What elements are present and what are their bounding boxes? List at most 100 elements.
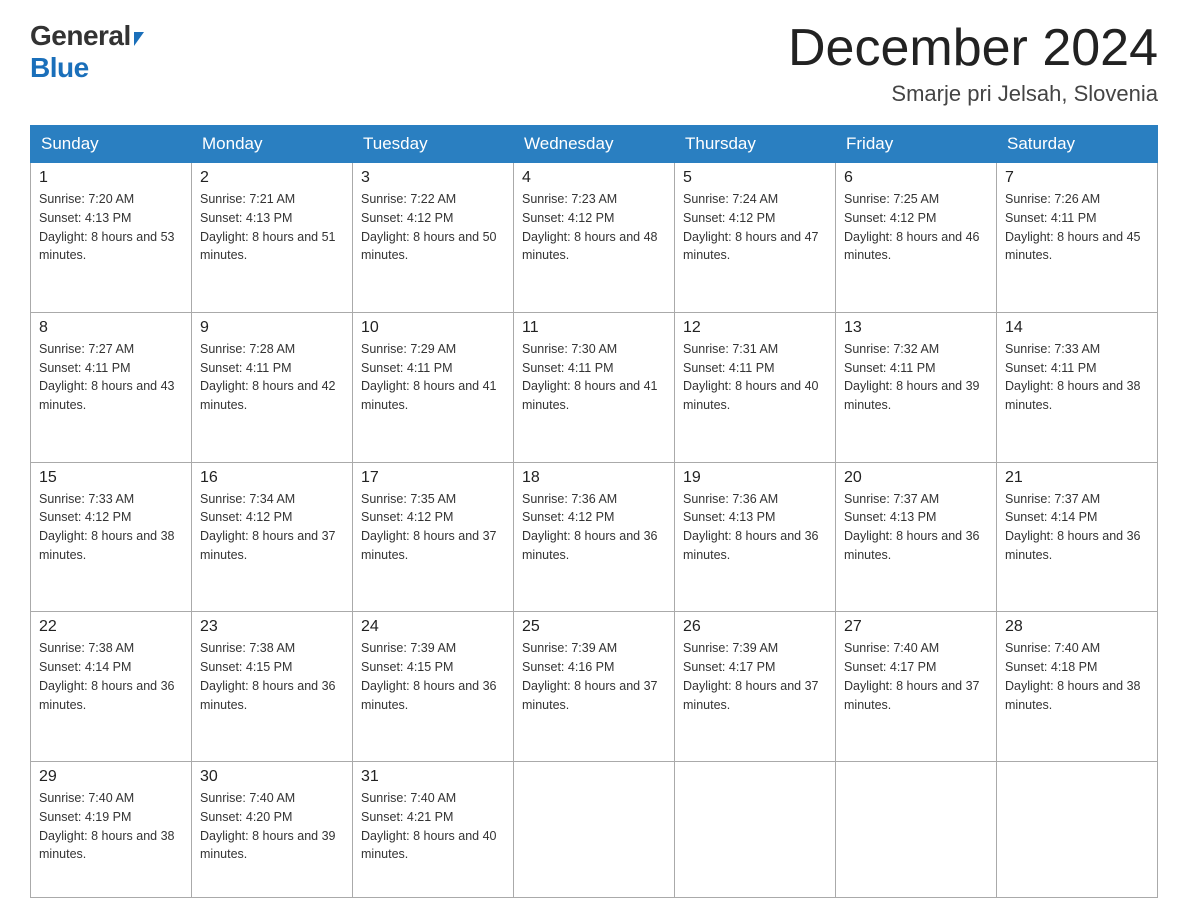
day-number: 18 <box>522 469 666 487</box>
calendar-week-row: 8 Sunrise: 7:27 AMSunset: 4:11 PMDayligh… <box>31 312 1158 462</box>
calendar-day-cell: 25 Sunrise: 7:39 AMSunset: 4:16 PMDaylig… <box>514 612 675 762</box>
day-number: 23 <box>200 618 344 636</box>
header-wednesday: Wednesday <box>514 126 675 163</box>
day-number: 6 <box>844 169 988 187</box>
day-info: Sunrise: 7:36 AMSunset: 4:12 PMDaylight:… <box>522 492 658 562</box>
calendar-day-cell: 23 Sunrise: 7:38 AMSunset: 4:15 PMDaylig… <box>192 612 353 762</box>
header-thursday: Thursday <box>675 126 836 163</box>
day-number: 27 <box>844 618 988 636</box>
title-area: December 2024 Smarje pri Jelsah, Sloveni… <box>788 20 1158 107</box>
calendar-day-cell: 19 Sunrise: 7:36 AMSunset: 4:13 PMDaylig… <box>675 462 836 612</box>
day-number: 16 <box>200 469 344 487</box>
calendar-day-cell: 21 Sunrise: 7:37 AMSunset: 4:14 PMDaylig… <box>997 462 1158 612</box>
day-info: Sunrise: 7:39 AMSunset: 4:16 PMDaylight:… <box>522 641 658 711</box>
day-info: Sunrise: 7:28 AMSunset: 4:11 PMDaylight:… <box>200 342 336 412</box>
day-info: Sunrise: 7:24 AMSunset: 4:12 PMDaylight:… <box>683 192 819 262</box>
calendar-day-cell: 12 Sunrise: 7:31 AMSunset: 4:11 PMDaylig… <box>675 312 836 462</box>
day-number: 13 <box>844 319 988 337</box>
day-info: Sunrise: 7:22 AMSunset: 4:12 PMDaylight:… <box>361 192 497 262</box>
day-number: 30 <box>200 768 344 786</box>
logo-blue-text: Blue <box>30 52 144 84</box>
day-info: Sunrise: 7:35 AMSunset: 4:12 PMDaylight:… <box>361 492 497 562</box>
day-number: 15 <box>39 469 183 487</box>
calendar-day-cell: 30 Sunrise: 7:40 AMSunset: 4:20 PMDaylig… <box>192 762 353 898</box>
weekday-header-row: Sunday Monday Tuesday Wednesday Thursday… <box>31 126 1158 163</box>
day-info: Sunrise: 7:40 AMSunset: 4:20 PMDaylight:… <box>200 791 336 861</box>
day-number: 3 <box>361 169 505 187</box>
header-tuesday: Tuesday <box>353 126 514 163</box>
day-info: Sunrise: 7:38 AMSunset: 4:14 PMDaylight:… <box>39 641 175 711</box>
day-info: Sunrise: 7:37 AMSunset: 4:13 PMDaylight:… <box>844 492 980 562</box>
day-info: Sunrise: 7:20 AMSunset: 4:13 PMDaylight:… <box>39 192 175 262</box>
day-number: 26 <box>683 618 827 636</box>
calendar-day-cell: 29 Sunrise: 7:40 AMSunset: 4:19 PMDaylig… <box>31 762 192 898</box>
day-number: 20 <box>844 469 988 487</box>
header-friday: Friday <box>836 126 997 163</box>
logo-general-text: General <box>30 20 131 52</box>
day-info: Sunrise: 7:33 AMSunset: 4:11 PMDaylight:… <box>1005 342 1141 412</box>
day-number: 4 <box>522 169 666 187</box>
day-number: 31 <box>361 768 505 786</box>
calendar-day-cell: 6 Sunrise: 7:25 AMSunset: 4:12 PMDayligh… <box>836 163 997 313</box>
calendar-week-row: 15 Sunrise: 7:33 AMSunset: 4:12 PMDaylig… <box>31 462 1158 612</box>
calendar-day-cell: 1 Sunrise: 7:20 AMSunset: 4:13 PMDayligh… <box>31 163 192 313</box>
calendar-day-cell: 10 Sunrise: 7:29 AMSunset: 4:11 PMDaylig… <box>353 312 514 462</box>
calendar-day-cell: 18 Sunrise: 7:36 AMSunset: 4:12 PMDaylig… <box>514 462 675 612</box>
calendar-day-cell: 14 Sunrise: 7:33 AMSunset: 4:11 PMDaylig… <box>997 312 1158 462</box>
day-info: Sunrise: 7:37 AMSunset: 4:14 PMDaylight:… <box>1005 492 1141 562</box>
calendar-day-cell: 5 Sunrise: 7:24 AMSunset: 4:12 PMDayligh… <box>675 163 836 313</box>
header-saturday: Saturday <box>997 126 1158 163</box>
day-info: Sunrise: 7:29 AMSunset: 4:11 PMDaylight:… <box>361 342 497 412</box>
calendar-day-cell: 16 Sunrise: 7:34 AMSunset: 4:12 PMDaylig… <box>192 462 353 612</box>
day-number: 28 <box>1005 618 1149 636</box>
calendar-day-cell <box>675 762 836 898</box>
day-info: Sunrise: 7:26 AMSunset: 4:11 PMDaylight:… <box>1005 192 1141 262</box>
calendar-day-cell: 22 Sunrise: 7:38 AMSunset: 4:14 PMDaylig… <box>31 612 192 762</box>
day-info: Sunrise: 7:33 AMSunset: 4:12 PMDaylight:… <box>39 492 175 562</box>
day-info: Sunrise: 7:23 AMSunset: 4:12 PMDaylight:… <box>522 192 658 262</box>
calendar-week-row: 29 Sunrise: 7:40 AMSunset: 4:19 PMDaylig… <box>31 762 1158 898</box>
day-number: 19 <box>683 469 827 487</box>
day-number: 1 <box>39 169 183 187</box>
day-info: Sunrise: 7:40 AMSunset: 4:17 PMDaylight:… <box>844 641 980 711</box>
calendar-day-cell: 2 Sunrise: 7:21 AMSunset: 4:13 PMDayligh… <box>192 163 353 313</box>
day-info: Sunrise: 7:36 AMSunset: 4:13 PMDaylight:… <box>683 492 819 562</box>
day-number: 8 <box>39 319 183 337</box>
day-number: 5 <box>683 169 827 187</box>
day-number: 24 <box>361 618 505 636</box>
logo-arrow-icon <box>134 32 144 46</box>
day-number: 25 <box>522 618 666 636</box>
calendar-day-cell <box>836 762 997 898</box>
calendar-day-cell: 31 Sunrise: 7:40 AMSunset: 4:21 PMDaylig… <box>353 762 514 898</box>
day-number: 2 <box>200 169 344 187</box>
day-number: 21 <box>1005 469 1149 487</box>
day-number: 10 <box>361 319 505 337</box>
day-info: Sunrise: 7:30 AMSunset: 4:11 PMDaylight:… <box>522 342 658 412</box>
calendar-day-cell: 15 Sunrise: 7:33 AMSunset: 4:12 PMDaylig… <box>31 462 192 612</box>
day-info: Sunrise: 7:25 AMSunset: 4:12 PMDaylight:… <box>844 192 980 262</box>
calendar-day-cell: 26 Sunrise: 7:39 AMSunset: 4:17 PMDaylig… <box>675 612 836 762</box>
calendar-day-cell <box>997 762 1158 898</box>
day-number: 12 <box>683 319 827 337</box>
logo: General Blue <box>30 20 144 84</box>
calendar-day-cell: 13 Sunrise: 7:32 AMSunset: 4:11 PMDaylig… <box>836 312 997 462</box>
day-info: Sunrise: 7:34 AMSunset: 4:12 PMDaylight:… <box>200 492 336 562</box>
day-info: Sunrise: 7:40 AMSunset: 4:19 PMDaylight:… <box>39 791 175 861</box>
calendar-day-cell: 4 Sunrise: 7:23 AMSunset: 4:12 PMDayligh… <box>514 163 675 313</box>
day-number: 9 <box>200 319 344 337</box>
day-info: Sunrise: 7:27 AMSunset: 4:11 PMDaylight:… <box>39 342 175 412</box>
calendar-day-cell: 8 Sunrise: 7:27 AMSunset: 4:11 PMDayligh… <box>31 312 192 462</box>
day-number: 29 <box>39 768 183 786</box>
day-info: Sunrise: 7:39 AMSunset: 4:17 PMDaylight:… <box>683 641 819 711</box>
calendar-day-cell: 24 Sunrise: 7:39 AMSunset: 4:15 PMDaylig… <box>353 612 514 762</box>
day-info: Sunrise: 7:21 AMSunset: 4:13 PMDaylight:… <box>200 192 336 262</box>
calendar-week-row: 1 Sunrise: 7:20 AMSunset: 4:13 PMDayligh… <box>31 163 1158 313</box>
day-number: 11 <box>522 319 666 337</box>
day-number: 22 <box>39 618 183 636</box>
day-info: Sunrise: 7:38 AMSunset: 4:15 PMDaylight:… <box>200 641 336 711</box>
day-info: Sunrise: 7:32 AMSunset: 4:11 PMDaylight:… <box>844 342 980 412</box>
page: General Blue December 2024 Smarje pri Je… <box>0 0 1188 918</box>
day-info: Sunrise: 7:40 AMSunset: 4:18 PMDaylight:… <box>1005 641 1141 711</box>
location-subtitle: Smarje pri Jelsah, Slovenia <box>788 81 1158 107</box>
header-sunday: Sunday <box>31 126 192 163</box>
